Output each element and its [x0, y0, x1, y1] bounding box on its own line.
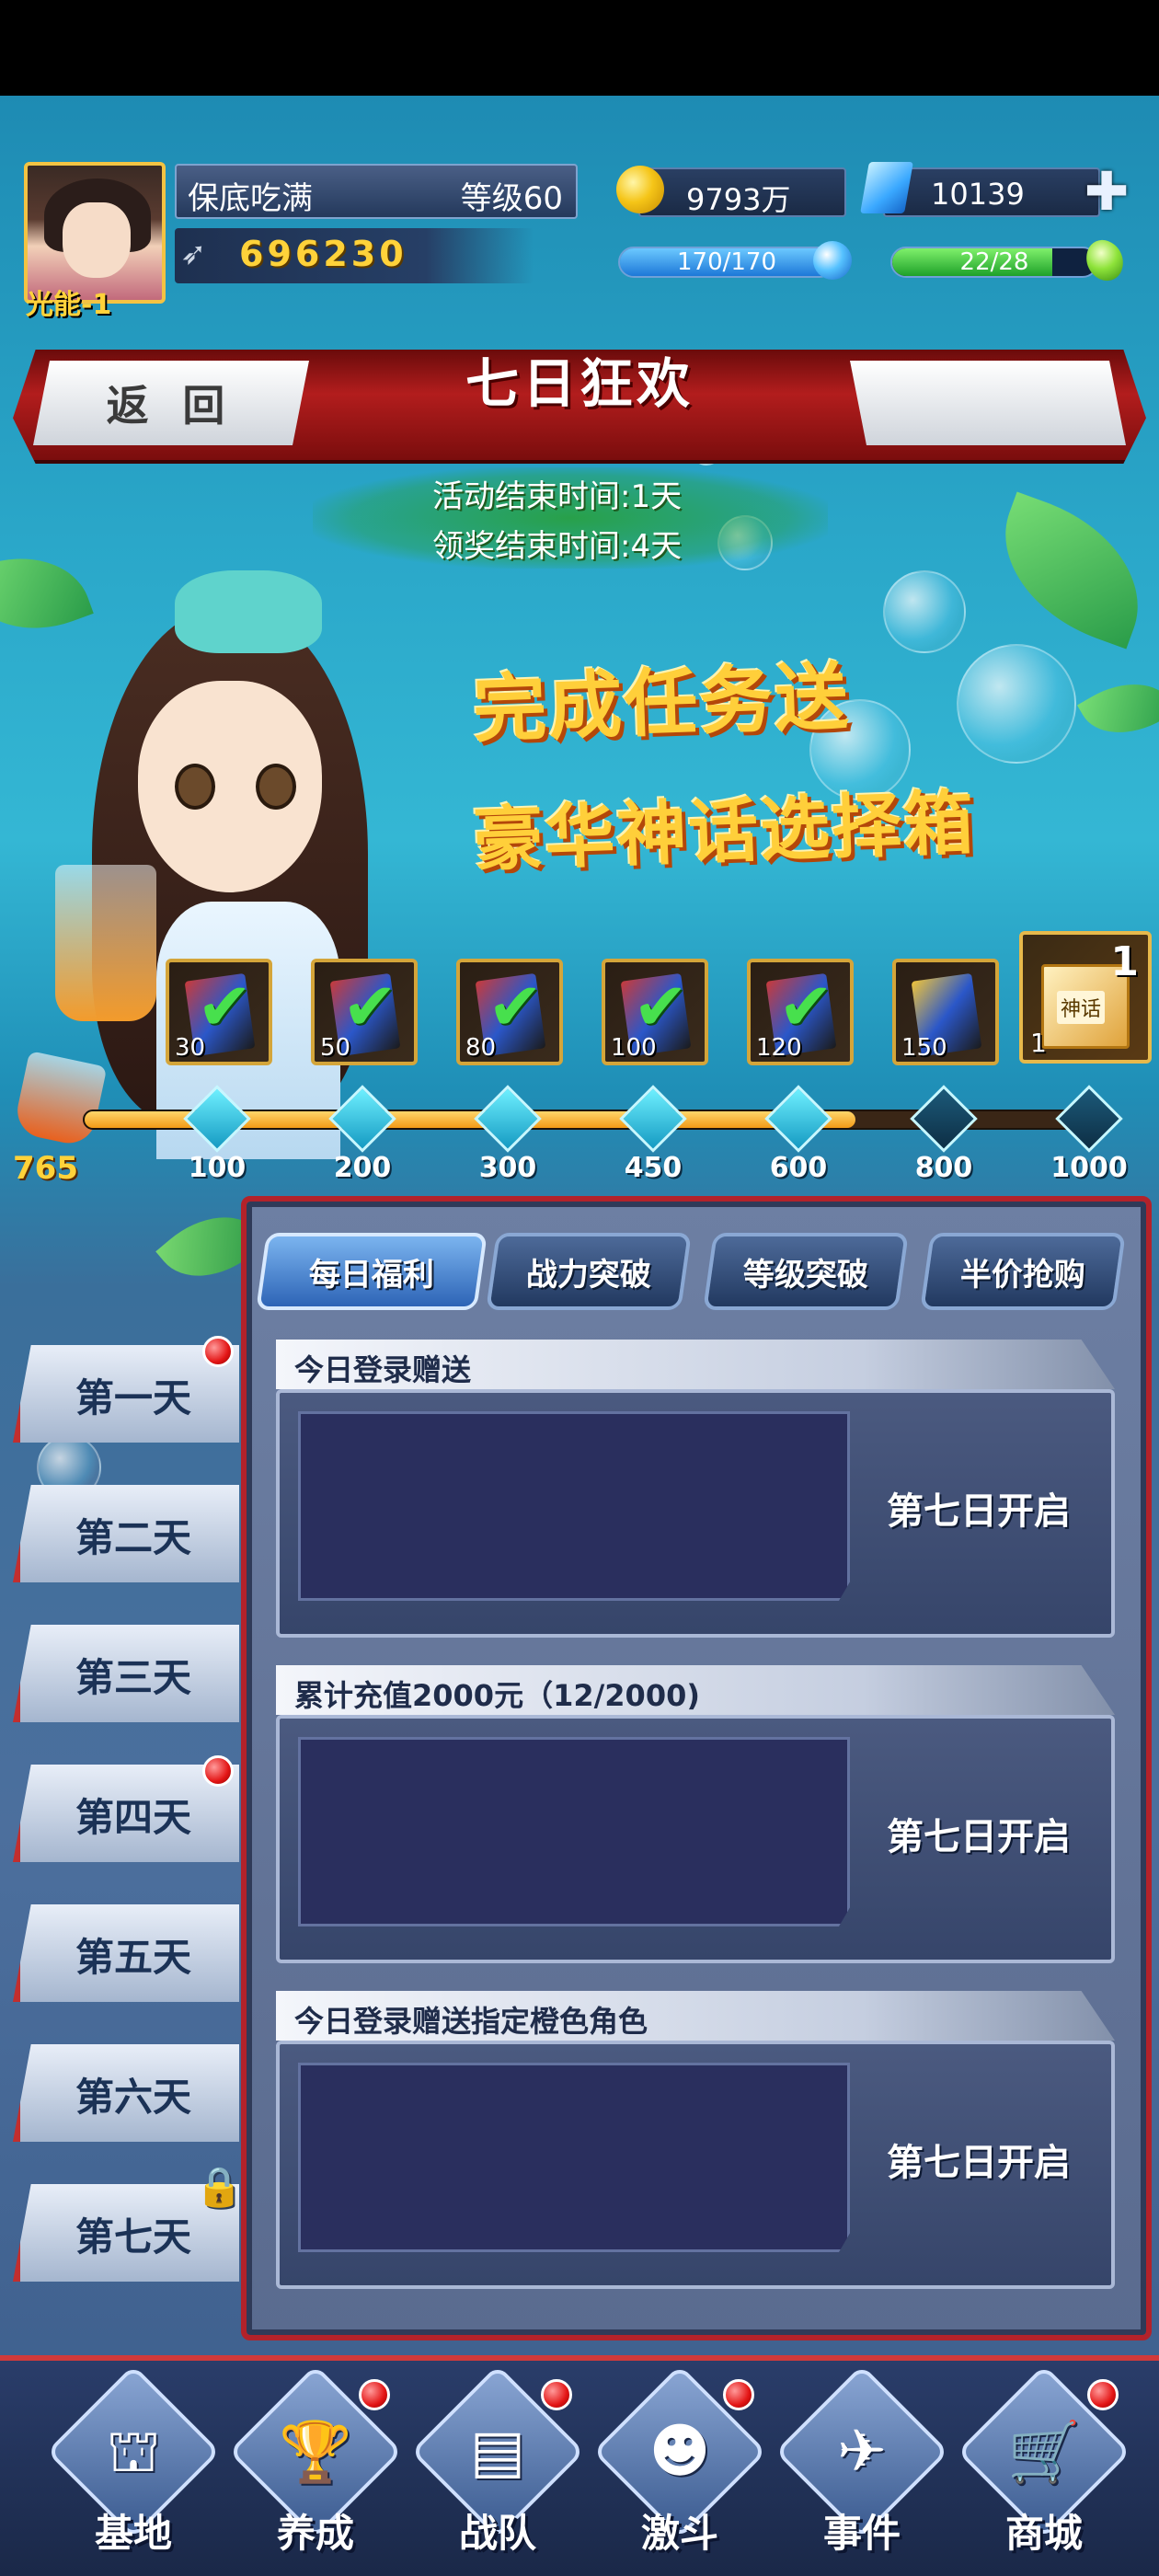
task-card: 今日登录赠送 第七日开启 [276, 1340, 1115, 1643]
task-card: 累计充值2000元（12/2000) 第七日开启 [276, 1665, 1115, 1969]
nav-events[interactable]: ✈ 事件 [775, 2364, 949, 2558]
milestone-label: 200 [333, 1152, 392, 1184]
cards-icon: ▤ [469, 2418, 526, 2486]
tab-half-price[interactable]: 半价抢购 [920, 1233, 1126, 1310]
promo-line-1: 完成任务送 [471, 653, 852, 753]
task-status: 第七日开启 [887, 1490, 1071, 1533]
reward-item[interactable]: 150 [892, 959, 999, 1065]
reward-count: 1 [1110, 938, 1139, 985]
stamina-bar: 170/170 [618, 247, 835, 278]
reward-qty: 1 [1030, 1028, 1047, 1058]
milestone-label: 800 [914, 1152, 973, 1184]
milestone-label: 300 [478, 1152, 537, 1184]
add-gems-icon[interactable]: ✚ [1074, 164, 1139, 219]
energy-level: 光能-1 [26, 289, 112, 321]
jet-icon: ✈ [837, 2418, 887, 2486]
bubble-decoration [957, 644, 1076, 764]
fighter-icon: ☻ [648, 2418, 711, 2486]
base-icon: ⛫ [106, 2418, 161, 2486]
vigor-value: 22/28 [959, 248, 1029, 276]
reward-item[interactable]: ✔ 30 [166, 959, 272, 1065]
current-points: 765 [13, 1150, 78, 1187]
notification-dot [202, 1755, 234, 1787]
task-title: 累计充值2000元（12/2000) [294, 1678, 700, 1713]
task-status: 第七日开启 [887, 2142, 1071, 2184]
reward-item[interactable]: ✔ 50 [311, 959, 418, 1065]
status-bar-area [0, 0, 1159, 96]
reward-qty: 80 [465, 1034, 497, 1062]
task-title: 今日登录赠送 [294, 1352, 472, 1387]
banner-right-plate [850, 361, 1126, 445]
reward-item[interactable]: ✔ 120 [747, 959, 854, 1065]
stamina-orb-icon [813, 241, 852, 280]
reward-qty: 120 [756, 1034, 802, 1062]
nav-battle[interactable]: ☻ 激斗 [592, 2364, 767, 2558]
cart-icon: 🛒 [1007, 2419, 1081, 2487]
mythic-chest-reward[interactable]: 神话 1 1 [1019, 931, 1152, 1064]
gem-value: 10139 [931, 177, 1025, 212]
reward-slot [298, 2063, 850, 2252]
nav-shop[interactable]: 🛒 商城 [957, 2364, 1131, 2558]
gem-display: 10139 [883, 167, 1100, 217]
milestone-label: 1000 [1050, 1152, 1128, 1184]
combat-power-value: 696230 [239, 234, 407, 274]
event-end-time: 活动结束时间:1天 [432, 478, 683, 515]
day-button-5[interactable]: 第五天 [13, 1904, 239, 2002]
vigor-bar: 22/28 [890, 247, 1098, 278]
tab-level-breakthrough[interactable]: 等级突破 [703, 1233, 909, 1310]
task-status: 第七日开启 [887, 1816, 1071, 1858]
stamina-value: 170/170 [676, 248, 776, 276]
combat-power-bar: ➶ 696230 [175, 228, 534, 283]
lock-icon: 🔒 [195, 2164, 244, 2209]
notification-dot [723, 2379, 754, 2410]
reward-slot [298, 1411, 850, 1601]
player-name-bar: 保底吃满 等级60 [175, 164, 578, 219]
reward-qty: 100 [611, 1034, 657, 1062]
box-label: 神话 [1057, 991, 1106, 1024]
sword-icon: ➶ [180, 236, 207, 272]
task-title: 今日登录赠送指定橙色角色 [294, 2004, 648, 2039]
milestone-label: 100 [188, 1152, 247, 1184]
back-button[interactable]: 返 回 [33, 361, 309, 445]
claim-end-time: 领奖结束时间:4天 [432, 528, 683, 565]
day-button-2[interactable]: 第二天 [13, 1485, 239, 1582]
gold-value: 9793万 [686, 182, 791, 217]
notification-dot [202, 1336, 234, 1367]
trophy-icon: 🏆 [279, 2419, 352, 2487]
reward-item[interactable]: ✔ 100 [602, 959, 708, 1065]
drink-points-icon [9, 1021, 110, 1150]
diamond-icon [860, 162, 913, 213]
reward-qty: 50 [320, 1034, 351, 1062]
reward-qty: 30 [175, 1034, 206, 1062]
gold-display: 9793万 [638, 167, 846, 217]
nav-base[interactable]: ⛫ 基地 [46, 2364, 221, 2558]
milestone-label: 450 [624, 1152, 683, 1184]
page-title: 七日狂欢 [465, 352, 694, 415]
day-button-6[interactable]: 第六天 [13, 2044, 239, 2142]
promo-line-2: 豪华神话选择箱 [471, 781, 977, 881]
reward-slot [298, 1737, 850, 1926]
notification-dot [359, 2379, 390, 2410]
tab-power-breakthrough[interactable]: 战力突破 [486, 1233, 692, 1310]
gold-coin-icon [616, 166, 664, 213]
tab-daily-welfare[interactable]: 每日福利 [256, 1233, 488, 1310]
nav-team[interactable]: ▤ 战队 [410, 2364, 585, 2558]
reward-qty: 150 [901, 1034, 947, 1062]
reward-item[interactable]: ✔ 80 [456, 959, 563, 1065]
milestone-label: 600 [769, 1152, 828, 1184]
bubble-decoration [883, 570, 966, 653]
player-name: 保底吃满 [188, 180, 313, 217]
notification-dot [541, 2379, 572, 2410]
player-level: 等级60 [460, 180, 563, 217]
day-button-3[interactable]: 第三天 [13, 1625, 239, 1722]
notification-dot [1087, 2379, 1119, 2410]
task-card: 今日登录赠送指定橙色角色 第七日开启 [276, 1991, 1115, 2294]
nav-develop[interactable]: 🏆 养成 [228, 2364, 403, 2558]
